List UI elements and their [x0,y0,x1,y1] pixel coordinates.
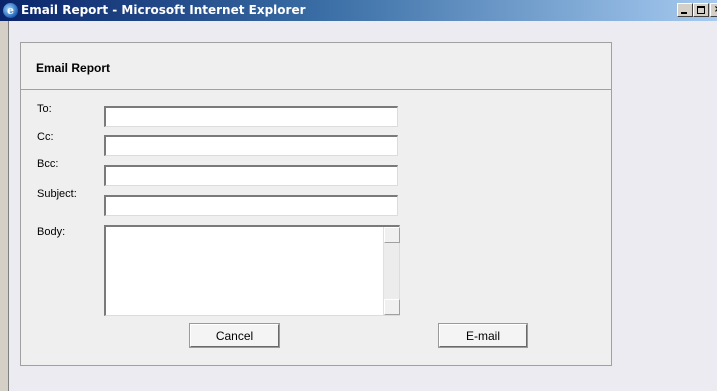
email-report-panel: Email Report To: Cc: Bcc: Subject: Body:… [20,42,612,366]
scroll-down-button[interactable] [384,299,400,315]
body-scrollbar[interactable] [383,227,400,315]
email-button[interactable]: E-mail [439,324,527,347]
body-label: Body: [37,226,66,238]
panel-header: Email Report [21,43,611,90]
maximize-icon [697,6,705,14]
cc-field[interactable] [104,135,398,156]
body-textarea[interactable] [104,225,400,316]
page-title: Email Report [36,61,111,75]
cc-label: Cc: [37,131,54,143]
minimize-icon [681,12,687,14]
minimize-button[interactable] [677,3,693,17]
subject-field[interactable] [104,195,398,216]
title-bar[interactable]: e Email Report - Microsoft Internet Expl… [0,0,717,21]
close-button[interactable]: × [710,3,717,17]
subject-label: Subject: [37,188,77,200]
bcc-field[interactable] [104,165,398,186]
to-label: To: [37,103,52,115]
to-field[interactable] [104,106,398,127]
cancel-button[interactable]: Cancel [190,324,279,347]
ie-icon: e [3,3,18,18]
scroll-up-button[interactable] [384,227,400,243]
maximize-button[interactable] [693,3,709,17]
window-frame-left [0,21,9,391]
window-title: Email Report - Microsoft Internet Explor… [21,3,306,17]
bcc-label: Bcc: [37,158,59,170]
